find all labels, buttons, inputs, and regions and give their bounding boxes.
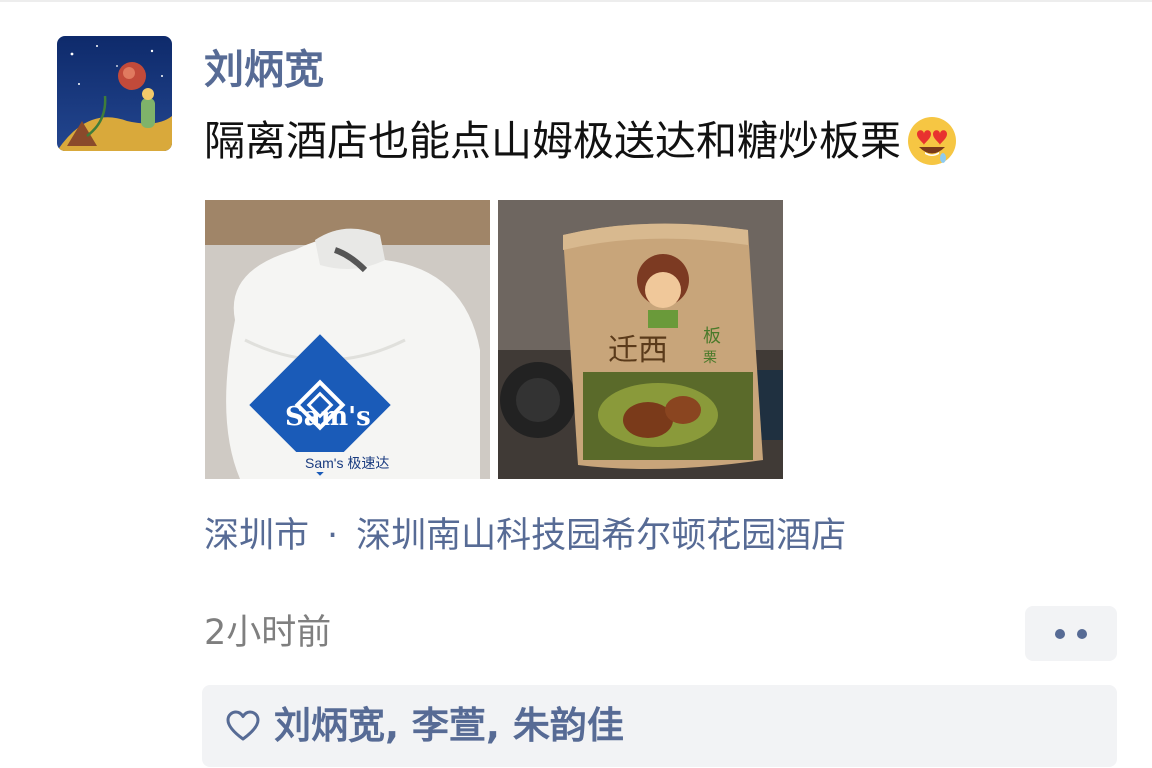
svg-text:Sam's: Sam's [285,402,371,432]
more-dot [1077,628,1087,639]
divider [0,0,1152,2]
location-separator: · [327,516,339,556]
svg-text:Sam's 极速达: Sam's 极速达 [305,455,389,471]
post-text: 隔离酒店也能点山姆极送达和糖炒板栗 [204,110,959,172]
svg-text:板: 板 [703,326,721,347]
avatar[interactable] [57,36,172,151]
location-link[interactable]: 深圳市 · 深圳南山科技园希尔顿花园酒店 [204,510,846,562]
svg-text:栗: 栗 [703,350,717,366]
likes-names[interactable]: 刘炳宽, 李萱, 朱韵佳 [274,700,624,752]
post-time: 2小时前 [204,613,332,653]
post-photo-1[interactable]: Sam's Sam's 极速达 [205,200,490,479]
sams-bag-photo-icon: Sam's Sam's 极速达 [205,200,490,479]
post-text-content: 隔离酒店也能点山姆极送达和糖炒板栗 [204,117,901,165]
location-place: 深圳南山科技园希尔顿花园酒店 [356,516,847,556]
little-prince-avatar-image [57,36,172,151]
chestnut-bag-photo-icon: 迁西 板 栗 [498,200,783,479]
more-dots-icon[interactable] [1025,606,1117,661]
svg-text:迁西: 迁西 [608,333,668,368]
more-dot [1055,628,1065,639]
heart-eyes-emoji-icon [905,114,959,168]
moments-post: 刘炳宽 隔离酒店也能点山姆极送达和糖炒板栗 Sam's Sam's 极速达 迁西… [0,0,1152,768]
heart-outline-icon [226,707,264,745]
username[interactable]: 刘炳宽 [204,40,324,100]
likes-panel: 刘炳宽, 李萱, 朱韵佳 [202,685,1117,767]
location-city: 深圳市 [204,516,310,556]
post-photo-2[interactable]: 迁西 板 栗 [498,200,783,479]
